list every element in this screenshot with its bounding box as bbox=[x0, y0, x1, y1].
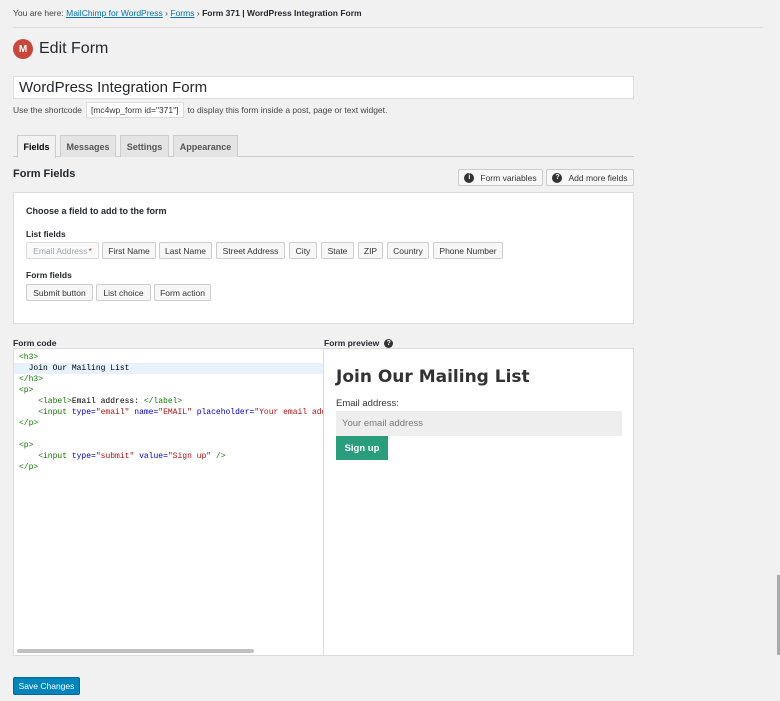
code-line: <h3> bbox=[19, 353, 39, 362]
preview-heading: Join Our Mailing List bbox=[336, 367, 530, 387]
tab-appearance[interactable]: Appearance bbox=[173, 135, 238, 157]
field-button-zip[interactable]: ZIP bbox=[358, 242, 383, 259]
field-button-email-address: Email Address * bbox=[26, 242, 99, 259]
preview-email-label: Email address: bbox=[336, 398, 399, 409]
preview-email-input[interactable]: Your email address bbox=[336, 411, 622, 436]
shortcode-text-after: to display this form inside a post, page… bbox=[187, 105, 388, 115]
preview-signup-button[interactable]: Sign up bbox=[336, 436, 388, 460]
breadcrumb: You are here: MailChimp for WordPress › … bbox=[13, 8, 362, 18]
breadcrumb-link-forms[interactable]: Forms bbox=[170, 8, 194, 18]
code-line: Join Our Mailing List bbox=[14, 363, 323, 374]
code-line: <label>Email address: </label> bbox=[38, 397, 183, 406]
shortcode-text-before: Use the shortcode bbox=[13, 105, 82, 115]
choose-field-heading: Choose a field to add to the form bbox=[26, 206, 167, 216]
field-button-phone-number[interactable]: Phone Number bbox=[433, 242, 503, 259]
add-more-fields-button[interactable]: ? Add more fields bbox=[546, 169, 634, 186]
shortcode-row: Use the shortcode [mc4wp_form id="371"] … bbox=[13, 102, 387, 118]
field-button-country[interactable]: Country bbox=[387, 242, 429, 259]
form-title-input[interactable] bbox=[13, 76, 634, 99]
horizontal-scrollbar[interactable] bbox=[17, 649, 254, 653]
tab-messages[interactable]: Messages bbox=[60, 135, 116, 157]
form-preview-label: Form preview ? bbox=[324, 338, 394, 348]
list-fields-label: List fields bbox=[26, 229, 66, 239]
field-button-submit[interactable]: Submit button bbox=[26, 284, 93, 301]
help-icon[interactable]: ? bbox=[384, 338, 394, 348]
field-button-list-choice[interactable]: List choice bbox=[96, 284, 151, 301]
required-mark: * bbox=[88, 245, 92, 256]
info-icon: i bbox=[464, 172, 475, 183]
breadcrumb-current: Form 371 | WordPress Integration Form bbox=[202, 8, 362, 18]
form-fields-group-label: Form fields bbox=[26, 270, 72, 280]
breadcrumb-separator: › bbox=[196, 8, 200, 18]
code-line: </p> bbox=[19, 419, 39, 428]
form-fields-title: Form Fields bbox=[13, 168, 76, 180]
tab-bar: Fields Messages Settings Appearance bbox=[13, 135, 634, 158]
code-line: <p> bbox=[19, 386, 34, 395]
field-chooser-panel: Choose a field to add to the form List f… bbox=[13, 192, 634, 324]
field-button-city[interactable]: City bbox=[289, 242, 317, 259]
code-line: </p> bbox=[19, 463, 39, 472]
breadcrumb-prefix: You are here: bbox=[13, 8, 64, 18]
form-variables-button[interactable]: i Form variables bbox=[458, 169, 543, 186]
field-button-form-action[interactable]: Form action bbox=[154, 284, 211, 301]
code-line: </h3> bbox=[19, 375, 44, 384]
help-icon: ? bbox=[552, 172, 563, 183]
breadcrumb-link-mailchimp[interactable]: MailChimp for WordPress bbox=[66, 8, 163, 18]
divider bbox=[13, 27, 763, 28]
page-header: M Edit Form bbox=[13, 39, 108, 59]
breadcrumb-separator: › bbox=[165, 8, 168, 18]
field-button-first-name[interactable]: First Name bbox=[102, 242, 156, 259]
field-button-last-name[interactable]: Last Name bbox=[159, 242, 212, 259]
mailchimp-logo-icon: M bbox=[13, 39, 33, 59]
add-more-fields-label: Add more fields bbox=[568, 172, 628, 183]
form-variables-label: Form variables bbox=[480, 172, 537, 183]
shortcode-value[interactable]: [mc4wp_form id="371"] bbox=[85, 102, 184, 118]
form-preview: Join Our Mailing List Email address: You… bbox=[323, 348, 634, 656]
code-line: <p> bbox=[19, 441, 34, 450]
tab-fields[interactable]: Fields bbox=[17, 135, 56, 158]
save-changes-button[interactable]: Save Changes bbox=[13, 677, 80, 695]
form-code-label: Form code bbox=[13, 338, 57, 348]
tab-settings[interactable]: Settings bbox=[120, 135, 169, 157]
field-button-state[interactable]: State bbox=[321, 242, 354, 259]
field-button-street-address[interactable]: Street Address bbox=[216, 242, 285, 259]
page-title: Edit Form bbox=[39, 40, 109, 57]
code-line: <input type="submit" value="Sign up" /> bbox=[38, 452, 226, 461]
code-line: <input type="email" name="EMAIL" placeho… bbox=[38, 408, 324, 417]
form-code-editor[interactable]: <h3> Join Our Mailing List </h3> <p> <la… bbox=[13, 348, 324, 656]
